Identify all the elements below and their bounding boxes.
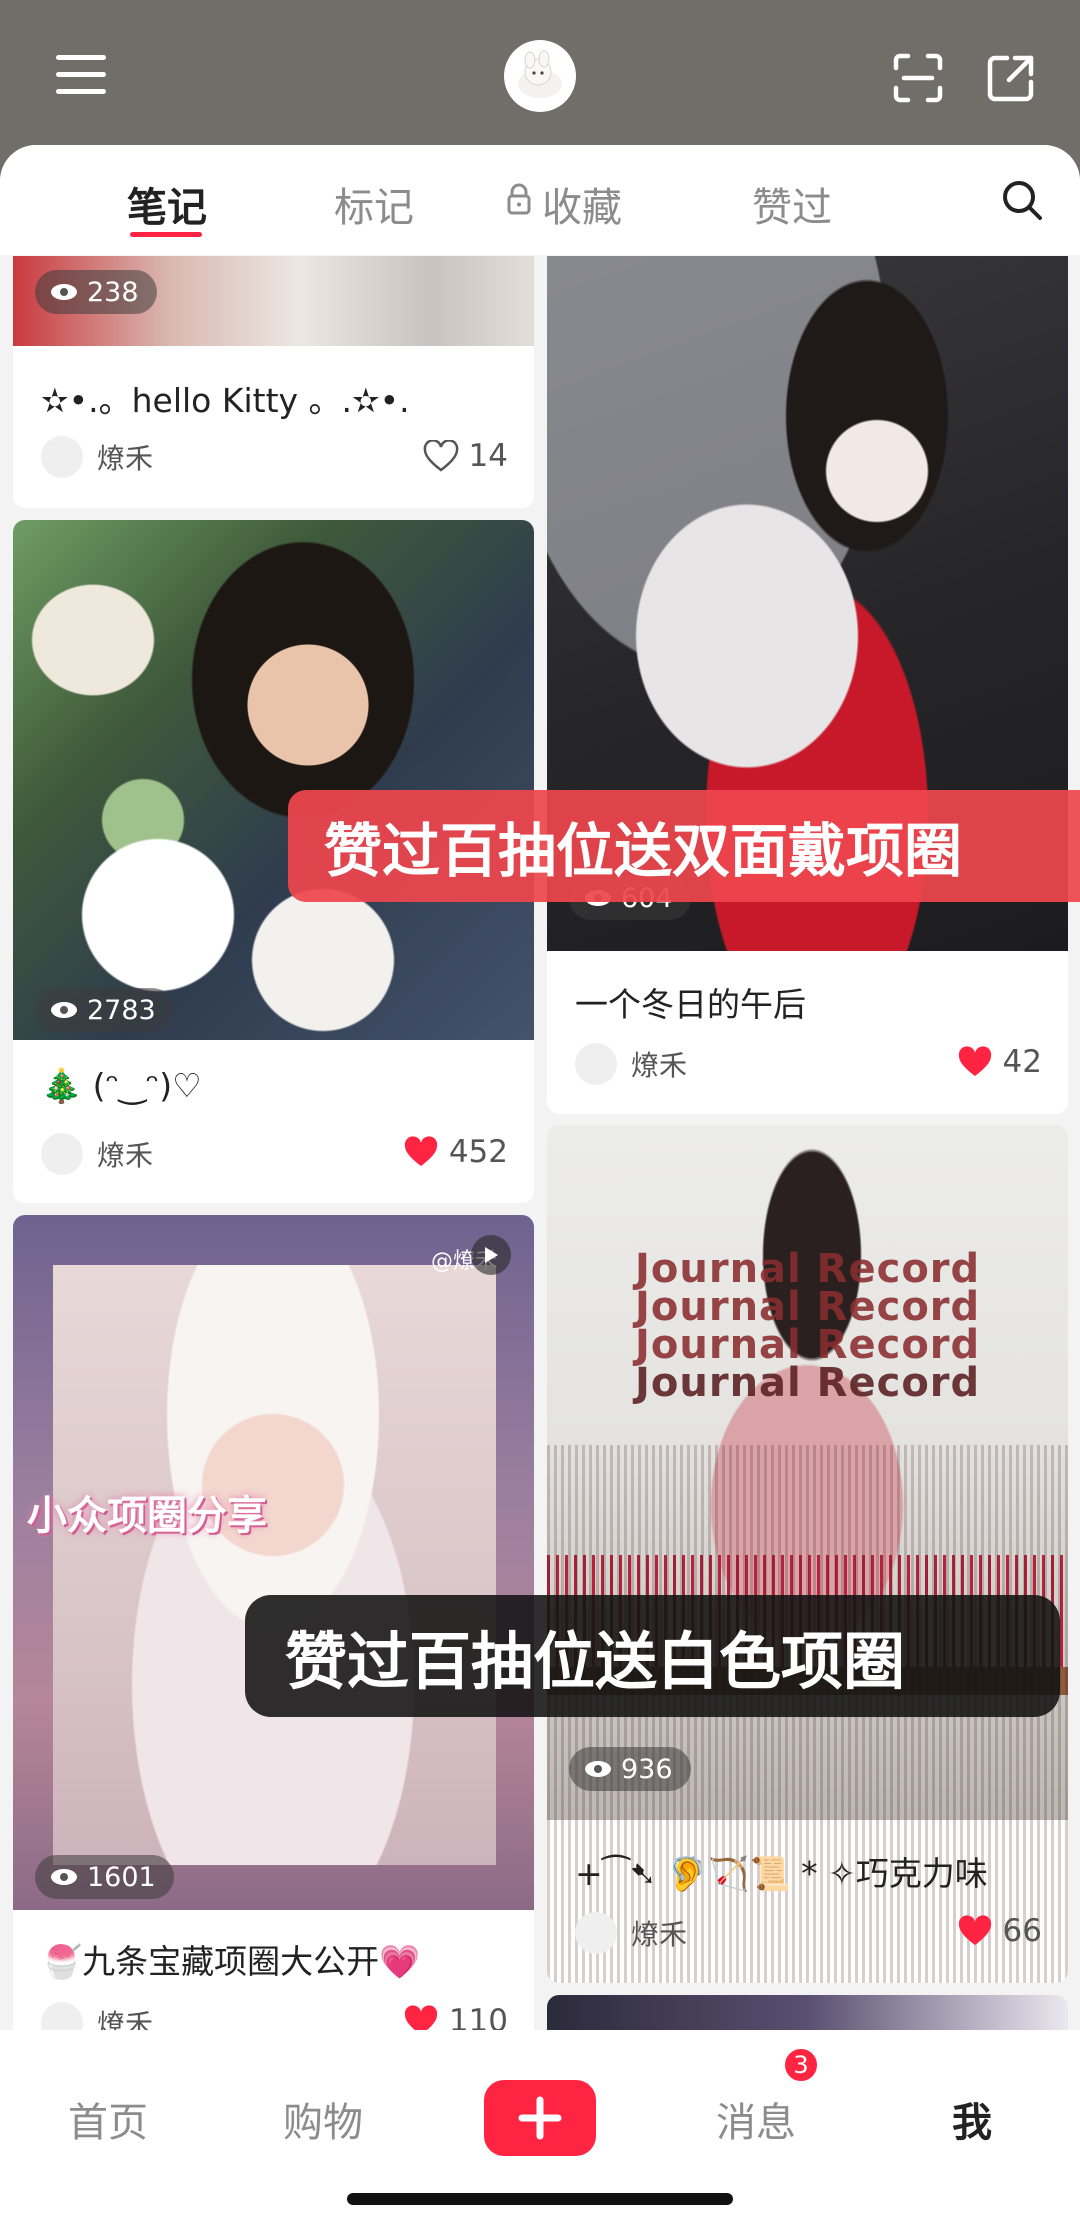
eye-icon (51, 1002, 77, 1018)
tab-underline (130, 232, 202, 237)
tab-favorites[interactable]: 收藏 (542, 175, 622, 233)
plus-icon (518, 2096, 562, 2140)
view-count-badge: 936 (569, 1747, 691, 1791)
nav-home[interactable]: 首页 (68, 2090, 148, 2148)
like-button[interactable]: 452 (403, 1134, 508, 1170)
author-name: 燎禾 (631, 1918, 688, 1951)
author-avatar (41, 1133, 83, 1175)
author-name: 燎禾 (97, 442, 154, 475)
author-name: 燎禾 (97, 1139, 154, 1172)
note-title: 🍧九条宝藏项圈大公开💗 (41, 1942, 421, 1981)
menu-icon[interactable] (56, 55, 106, 95)
author-avatar (41, 436, 83, 478)
heart-outline-icon (423, 440, 458, 472)
view-count-badge: 1601 (35, 1855, 174, 1899)
note-title: +⁀➷ 🦻🏹📜 * ✧巧克力味 (575, 1854, 988, 1893)
home-indicator (347, 2193, 733, 2205)
view-count: 936 (621, 1753, 673, 1785)
top-bar (0, 0, 1080, 150)
like-button[interactable]: 14 (423, 438, 508, 474)
image-sign: Journal Record Journal Record Journal Re… (635, 1246, 981, 1406)
view-count-badge: 2783 (35, 988, 174, 1032)
heart-filled-icon (404, 1136, 437, 1166)
publish-button[interactable] (484, 2080, 596, 2156)
note-title: 🎄 (ᵔ‿ᵔ)♡ (41, 1066, 202, 1105)
note-author: 燎禾 (575, 1043, 687, 1085)
search-icon[interactable] (1000, 178, 1044, 222)
share-icon[interactable] (983, 50, 1039, 106)
author-avatar (575, 1912, 617, 1954)
scan-icon[interactable] (890, 50, 946, 106)
author-avatar (575, 1043, 617, 1085)
note-title: 一个冬日的午后 (575, 985, 806, 1024)
view-count: 238 (87, 276, 139, 308)
view-count: 2783 (87, 994, 156, 1026)
like-count: 42 (1002, 1044, 1042, 1080)
inner-photo (53, 1265, 496, 1865)
heart-filled-icon (958, 1046, 991, 1076)
note-card[interactable]: 238 ✫•.。hello Kitty 。.✫•. 燎禾 14 (13, 256, 534, 508)
note-title: ✫•.。hello Kitty 。.✫•. (41, 381, 410, 420)
like-button[interactable]: 42 (957, 1044, 1042, 1080)
eye-icon (51, 284, 77, 300)
nav-shop[interactable]: 购物 (283, 2090, 363, 2148)
like-button[interactable]: 66 (957, 1913, 1042, 1949)
promo-banner: 赞过百抽位送双面戴项圈 (288, 790, 1080, 902)
note-card[interactable]: Journal Record Journal Record Journal Re… (547, 1125, 1068, 1983)
note-image (13, 1215, 534, 1910)
note-image (13, 520, 534, 1040)
message-count-badge: 3 (782, 2046, 820, 2084)
note-card[interactable]: 604 一个冬日的午后 燎禾 42 (547, 256, 1068, 1114)
like-count: 66 (1002, 1913, 1042, 1949)
image-caption: 小众项圈分享 (27, 1493, 267, 1539)
note-author: 燎禾 (41, 436, 153, 478)
author-name: 燎禾 (631, 1049, 688, 1082)
tab-marks[interactable]: 标记 (334, 175, 414, 233)
view-count: 1601 (87, 1861, 156, 1893)
note-author: 燎禾 (575, 1912, 687, 1954)
eye-icon (51, 1869, 77, 1885)
like-count: 14 (468, 438, 508, 474)
avatar[interactable] (504, 40, 576, 112)
like-count: 452 (448, 1134, 508, 1170)
nav-me[interactable]: 我 (952, 2090, 992, 2148)
nav-messages[interactable]: 消息 (716, 2090, 796, 2148)
tab-liked[interactable]: 赞过 (752, 175, 832, 233)
eye-icon (585, 1761, 611, 1777)
note-author: 燎禾 (41, 1133, 153, 1175)
heart-filled-icon (958, 1915, 991, 1945)
tab-notes[interactable]: 笔记 (127, 175, 207, 233)
view-count-badge: 238 (35, 270, 157, 314)
lock-icon (506, 182, 532, 220)
tab-bar: 笔记 标记 收藏 赞过 (0, 145, 1080, 255)
play-icon (471, 1235, 511, 1275)
promo-banner: 赞过百抽位送白色项圈 (245, 1595, 1060, 1717)
